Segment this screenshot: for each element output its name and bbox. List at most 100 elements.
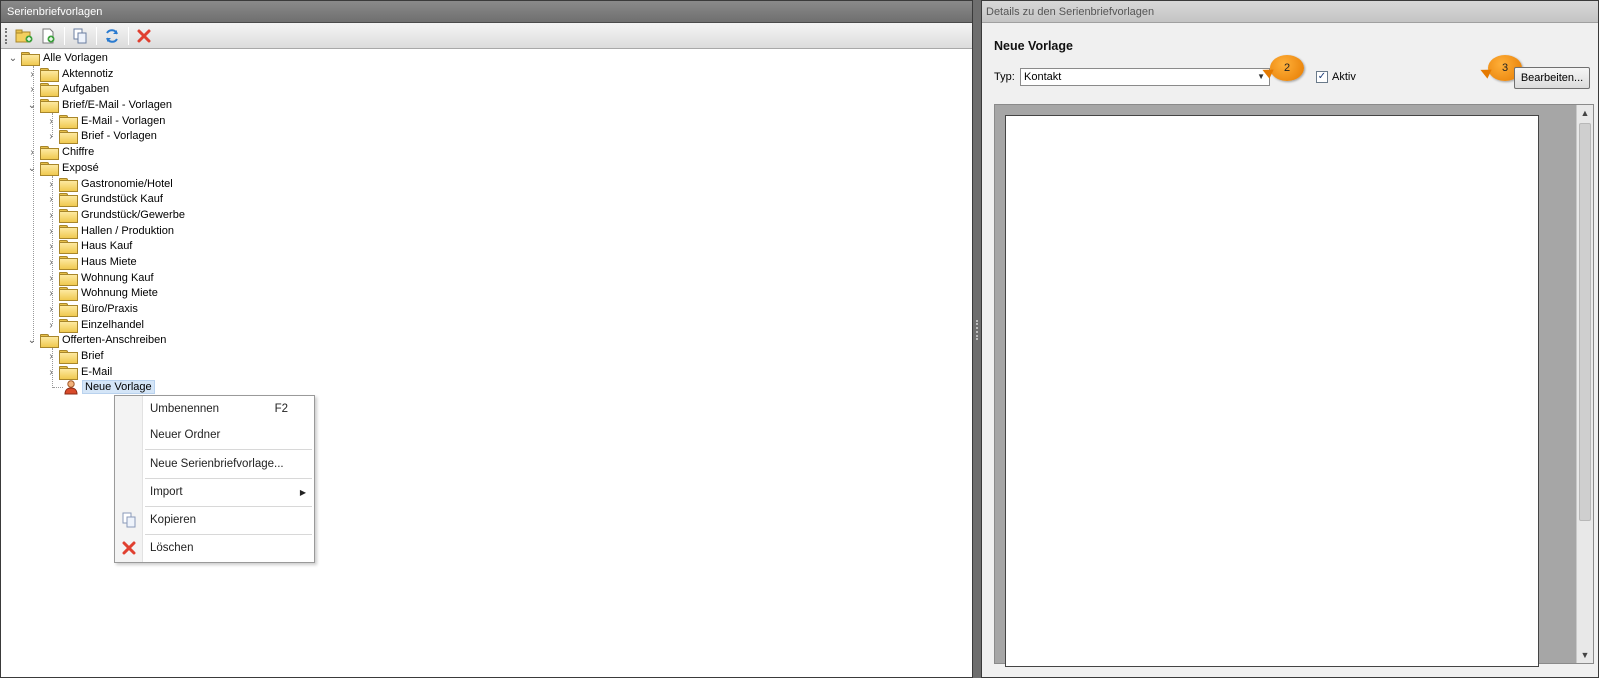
callout-badge-2: 2 — [1270, 55, 1304, 81]
expand-chevron-icon[interactable]: › — [45, 113, 57, 129]
folder-icon — [40, 82, 59, 97]
template-heading: Neue Vorlage — [994, 39, 1073, 53]
collapse-chevron-icon[interactable]: ⌄ — [26, 160, 38, 176]
toolbar-separator — [128, 26, 129, 45]
vertical-scrollbar[interactable]: ▲ ▼ — [1576, 105, 1593, 663]
tree-node-expose[interactable]: ⌄ Exposé — [26, 160, 99, 176]
template-tree[interactable]: ⌄ Alle Vorlagen › Aktennotiz › Aufgaben … — [1, 50, 972, 677]
scroll-down-icon[interactable]: ▼ — [1577, 647, 1593, 663]
menu-item-new-template[interactable]: Neue Serienbriefvorlage... — [115, 452, 314, 476]
folder-icon — [40, 98, 59, 113]
expand-chevron-icon[interactable]: › — [45, 270, 57, 286]
collapse-chevron-icon[interactable]: ⌄ — [26, 332, 38, 348]
tree-node-grundstueck-gewerbe[interactable]: › Grundstück/Gewerbe — [45, 207, 185, 223]
menu-separator — [145, 534, 312, 535]
folder-icon — [21, 51, 40, 66]
menu-shortcut: F2 — [274, 403, 288, 415]
expand-chevron-icon[interactable]: › — [45, 223, 57, 239]
menu-item-copy[interactable]: Kopieren — [115, 508, 314, 532]
typ-dropdown[interactable]: Kontakt ▼ — [1020, 68, 1270, 86]
collapse-chevron-icon[interactable]: ⌄ — [7, 50, 19, 66]
toolbar — [1, 23, 972, 49]
tree-line — [53, 387, 63, 388]
delete-button[interactable] — [134, 26, 154, 46]
tree-node-brief[interactable]: › Brief — [45, 348, 104, 364]
menu-item-label: Löschen — [150, 542, 194, 554]
menu-item-label: Import — [150, 486, 183, 498]
aktiv-checkbox[interactable]: ✓ — [1316, 71, 1328, 83]
tree-root[interactable]: ⌄ Alle Vorlagen — [7, 50, 108, 66]
tree-node-chiffre[interactable]: › Chiffre — [26, 144, 94, 160]
menu-item-new-folder[interactable]: Neuer Ordner — [115, 423, 314, 447]
folder-icon — [59, 318, 78, 333]
menu-separator — [145, 478, 312, 479]
tree-node-wohnung-kauf[interactable]: › Wohnung Kauf — [45, 270, 154, 286]
tree-node-neue-vorlage[interactable]: Neue Vorlage — [63, 379, 155, 395]
panel-splitter[interactable] — [973, 0, 981, 678]
tree-node-label: Neue Vorlage — [82, 380, 155, 394]
folder-icon — [59, 177, 78, 192]
tree-node-email-vorlagen[interactable]: › E-Mail - Vorlagen — [45, 113, 165, 129]
tree-node-haus-miete[interactable]: › Haus Miete — [45, 254, 137, 270]
expand-chevron-icon[interactable]: › — [26, 81, 38, 97]
folder-icon — [59, 192, 78, 207]
new-folder-button[interactable] — [14, 26, 34, 46]
expand-chevron-icon[interactable]: › — [45, 176, 57, 192]
menu-item-label: Kopieren — [150, 514, 197, 526]
expand-chevron-icon[interactable]: › — [45, 207, 57, 223]
expand-chevron-icon[interactable]: › — [45, 128, 57, 144]
panel-title: Serienbriefvorlagen — [1, 1, 972, 23]
folder-icon — [59, 129, 78, 144]
scroll-thumb[interactable] — [1579, 123, 1591, 521]
expand-chevron-icon[interactable]: › — [45, 348, 57, 364]
expand-chevron-icon[interactable]: › — [45, 364, 57, 380]
menu-item-label: Neuer Ordner — [150, 429, 221, 441]
expand-chevron-icon[interactable]: › — [45, 238, 57, 254]
expand-chevron-icon[interactable]: › — [45, 317, 57, 333]
tree-node-aktennotiz[interactable]: › Aktennotiz — [26, 66, 113, 82]
folder-icon — [59, 208, 78, 223]
folder-icon — [59, 114, 78, 129]
toolbar-separator — [64, 26, 65, 45]
copy-icon — [122, 512, 136, 528]
tree-node-brief-email-vorlagen[interactable]: ⌄ Brief/E-Mail - Vorlagen — [26, 97, 172, 113]
tree-node-haus-kauf[interactable]: › Haus Kauf — [45, 238, 132, 254]
refresh-icon — [106, 28, 118, 43]
tree-node-wohnung-miete[interactable]: › Wohnung Miete — [45, 285, 158, 301]
folder-icon — [59, 286, 78, 301]
refresh-button[interactable] — [102, 26, 122, 46]
tree-node-label: Wohnung Miete — [81, 287, 158, 299]
tree-node-einzelhandel[interactable]: › Einzelhandel — [45, 317, 144, 333]
copy-button[interactable] — [70, 26, 90, 46]
expand-chevron-icon[interactable]: › — [45, 285, 57, 301]
expand-chevron-icon[interactable]: › — [45, 254, 57, 270]
toolbar-grip[interactable] — [5, 27, 8, 44]
new-document-button[interactable] — [38, 26, 58, 46]
tree-node-hallen-produktion[interactable]: › Hallen / Produktion — [45, 223, 174, 239]
template-preview[interactable]: ▲ ▼ — [994, 104, 1594, 667]
tree-node-aufgaben[interactable]: › Aufgaben — [26, 81, 109, 97]
expand-chevron-icon[interactable]: › — [26, 66, 38, 82]
tree-node-grundstueck-kauf[interactable]: › Grundstück Kauf — [45, 191, 163, 207]
tree-node-buero-praxis[interactable]: › Büro/Praxis — [45, 301, 138, 317]
folder-icon — [40, 333, 59, 348]
preview-page — [1005, 115, 1539, 667]
collapse-chevron-icon[interactable]: ⌄ — [26, 97, 38, 113]
typ-dropdown-value: Kontakt — [1024, 71, 1062, 83]
panel-title: Details zu den Serienbriefvorlagen — [982, 1, 1598, 23]
menu-item-delete[interactable]: Löschen — [115, 536, 314, 560]
folder-icon — [59, 255, 78, 270]
tree-node-label: E-Mail - Vorlagen — [81, 115, 166, 127]
tree-node-brief-vorlagen[interactable]: › Brief - Vorlagen — [45, 128, 157, 144]
edit-button[interactable]: Bearbeiten... — [1514, 67, 1590, 89]
expand-chevron-icon[interactable]: › — [45, 191, 57, 207]
tree-node-label: Grundstück Kauf — [81, 193, 163, 205]
menu-item-rename[interactable]: Umbenennen F2 — [115, 397, 314, 421]
expand-chevron-icon[interactable]: › — [45, 301, 57, 317]
tree-node-gastronomie-hotel[interactable]: › Gastronomie/Hotel — [45, 176, 173, 192]
scroll-up-icon[interactable]: ▲ — [1577, 105, 1593, 121]
menu-item-import[interactable]: Import ▶ — [115, 480, 314, 504]
tree-node-email[interactable]: › E-Mail — [45, 364, 112, 380]
expand-chevron-icon[interactable]: › — [26, 144, 38, 160]
tree-node-offerten-anschreiben[interactable]: ⌄ Offerten-Anschreiben — [26, 332, 166, 348]
